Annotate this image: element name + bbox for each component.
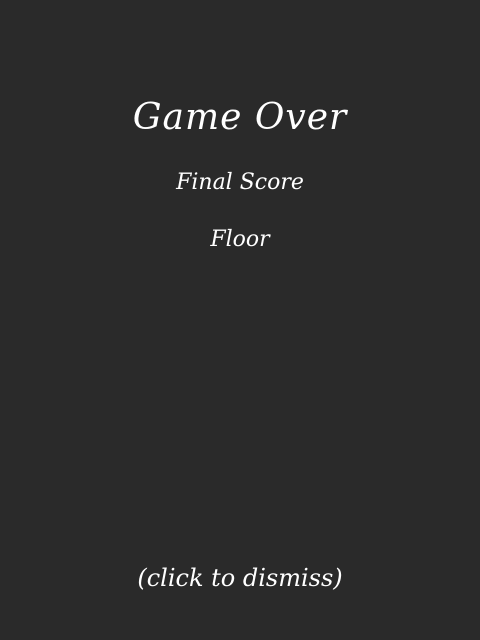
final-score-label: Final Score — [176, 170, 304, 195]
floor-label: Floor — [210, 227, 270, 252]
game-over-title: Game Over — [132, 97, 348, 138]
game-over-screen[interactable]: Game Over Final Score Floor (click to di… — [0, 0, 480, 640]
dismiss-hint[interactable]: (click to dismiss) — [0, 566, 480, 590]
